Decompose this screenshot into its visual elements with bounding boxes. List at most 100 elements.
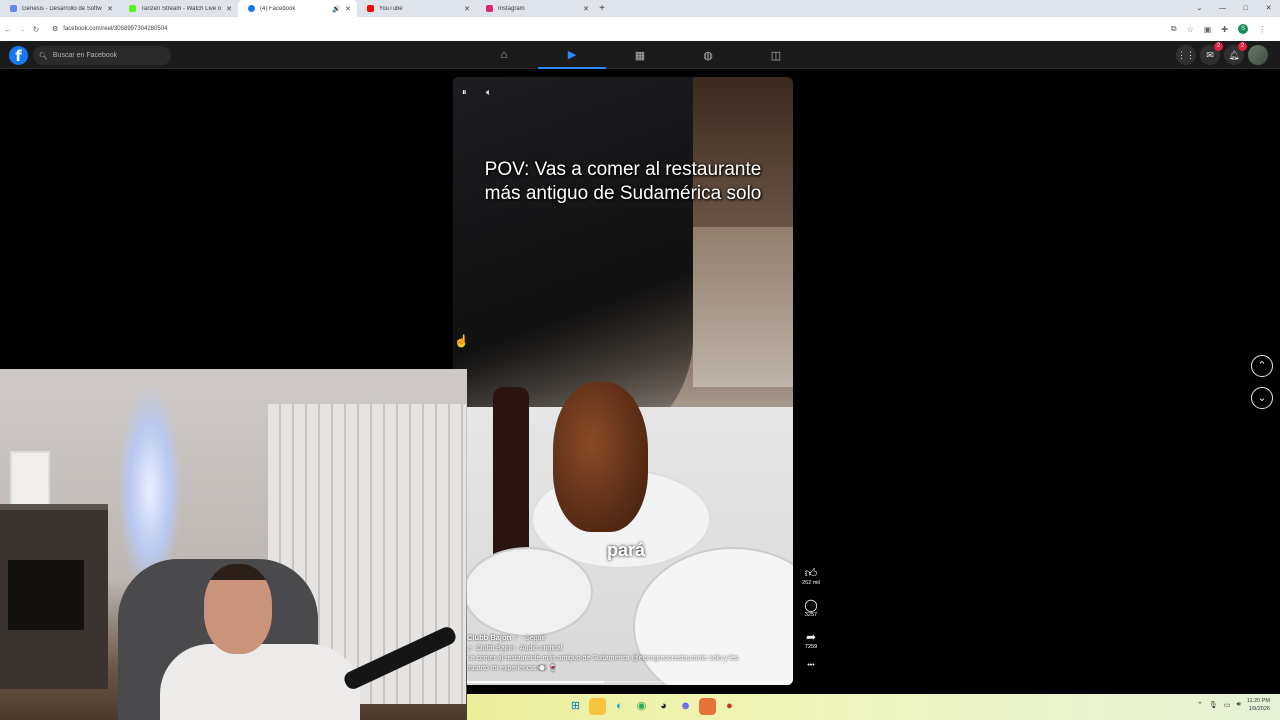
main-nav: ⌂ ▶ ▦ ◍ ◫ [470, 41, 810, 69]
tray-chevron-icon[interactable]: ⌃ [1197, 701, 1203, 709]
app-icon[interactable] [699, 698, 716, 715]
account-avatar[interactable] [1248, 45, 1268, 65]
volume-tray-icon[interactable]: 🔊︎ [1236, 701, 1240, 709]
window-controls: ⌄ — □ ✕ [1188, 0, 1280, 17]
file-explorer-icon[interactable] [589, 698, 606, 715]
tab-title: (4) Facebook [260, 5, 296, 12]
back-icon[interactable]: ← [2, 25, 14, 34]
extensions-icon[interactable]: ✚ [1221, 25, 1228, 34]
close-tab-icon[interactable]: ✕ [345, 5, 351, 13]
browser-tab-genesis[interactable]: Génesis - Desarrollo de Software ✕ [0, 0, 119, 17]
description-line: i a comer al restaurante más antiguo de … [467, 655, 739, 662]
video-progress-bar[interactable] [467, 681, 793, 683]
network-icon[interactable]: ▭ [1224, 701, 1231, 709]
forward-icon[interactable]: → [16, 25, 28, 34]
profile-avatar[interactable]: S [1238, 24, 1248, 34]
system-tray: ⌃ 🎙︎ ▭ 🔊︎ 11:20 PM 1/9/2026 [1197, 697, 1270, 713]
like-icon: 👍︎ [804, 566, 818, 580]
fireplace [0, 504, 108, 689]
browser-tab-tarizen[interactable]: Tarizen Stream - Watch Live or ✕ [119, 0, 238, 17]
dropdown-icon[interactable]: ⌄ [1188, 0, 1211, 17]
next-reel-button[interactable]: ⌄ [1251, 387, 1273, 409]
reload-icon[interactable]: ↻ [30, 25, 42, 34]
close-tab-icon[interactable]: ✕ [226, 5, 232, 13]
comment-button[interactable]: ◯ 3257 [796, 598, 826, 630]
bookmark-star-icon[interactable]: ☆ [1187, 25, 1194, 34]
home-icon[interactable]: ⌂ [470, 41, 538, 69]
search-placeholder: Buscar en Facebook [52, 52, 118, 59]
webcam-overlay [0, 369, 467, 720]
chrome-icon[interactable]: ◉ [633, 698, 650, 715]
clock[interactable]: 11:20 PM 1/9/2026 [1247, 697, 1270, 713]
like-count: 262 mil [802, 580, 820, 586]
install-app-icon[interactable]: ⧉ [1171, 24, 1177, 34]
follow-link[interactable]: · Seguir [521, 635, 546, 642]
comment-icon: ◯ [804, 598, 818, 612]
speaker-icon[interactable]: 🔊 [332, 5, 341, 13]
reel-actions: 👍︎ 262 mil ◯ 3257 ➦ 7259 ••• [796, 566, 826, 694]
new-tab-button[interactable]: + [595, 3, 609, 14]
edge-icon[interactable]: ◐ [611, 698, 628, 715]
discord-icon[interactable]: ☻ [677, 698, 694, 715]
address-bar: ← → ↻ ⚙ facebook.com/reel/30589973042805… [0, 17, 1280, 41]
taskbar: ⊞ ◐ ◉ ◕ ☻ ● ⌃ 🎙︎ ▭ 🔊︎ 11:20 PM 1/9/2026 [467, 694, 1280, 720]
menu-grid-icon[interactable]: ⋮⋮ [1176, 45, 1196, 65]
reel-video[interactable]: ⏸ 🔈︎ POV: Vas a comer al restaurante más… [453, 77, 793, 685]
marketplace-icon[interactable]: ▦ [606, 41, 674, 69]
browser-tab-bar: Génesis - Desarrollo de Software ✕ Tariz… [0, 0, 1280, 17]
video-icon[interactable]: ▶ [538, 41, 606, 69]
audio-line[interactable]: ♬ Clubb Bajon · Audio original [467, 644, 787, 654]
tab-title: Instagram [498, 5, 525, 12]
background-diners [693, 227, 793, 387]
url-text[interactable]: facebook.com/reel/3058997304280504 [63, 26, 167, 32]
close-tab-icon[interactable]: ✕ [583, 5, 589, 13]
search-input[interactable]: 🔍︎ Buscar en Facebook [33, 46, 171, 65]
gaming-icon[interactable]: ◫ [742, 41, 810, 69]
mic-icon[interactable]: 🎙︎ [1209, 701, 1218, 709]
steam-icon[interactable]: ◕ [655, 698, 672, 715]
messenger-badge: 2 [1214, 42, 1223, 51]
genesis-favicon-icon [10, 5, 17, 12]
video-subtitle: pará [606, 540, 646, 560]
share-button[interactable]: ➦ 7259 [796, 630, 826, 662]
kick-favicon-icon [129, 5, 136, 12]
share-icon: ➦ [805, 630, 817, 644]
facebook-logo[interactable]: f [9, 46, 28, 65]
messenger-icon[interactable]: ✉ 2 [1200, 42, 1223, 65]
video-caption: POV: Vas a comer al restaurante más anti… [453, 158, 793, 206]
close-tab-icon[interactable]: ✕ [107, 5, 113, 13]
time: 11:20 PM [1246, 698, 1270, 704]
tab-title: Tarizen Stream - Watch Live or [141, 5, 221, 12]
pause-icon[interactable]: ⏸ [462, 87, 467, 98]
browser-tab-youtube[interactable]: YouTube ✕ [357, 0, 476, 17]
reel-info: Clubb Bajon ✓ · Seguir ♬ Clubb Bajon · A… [467, 633, 787, 674]
close-window-icon[interactable]: ✕ [1257, 0, 1280, 17]
sidepanel-icon[interactable]: ▣ [1204, 25, 1212, 34]
facebook-header: f 🔍︎ Buscar en Facebook ⌂ ▶ ▦ ◍ ◫ ⋮⋮ ✉ 2… [0, 41, 1280, 69]
browser-tab-instagram[interactable]: Instagram ✕ [476, 0, 595, 17]
instagram-favicon-icon [486, 5, 493, 12]
like-button[interactable]: 👍︎ 262 mil [796, 566, 826, 598]
minimize-icon[interactable]: — [1211, 0, 1234, 17]
verified-icon: ✓ [513, 635, 519, 642]
obs-icon[interactable]: ● [721, 698, 738, 715]
chevron-down-icon: ⌄ [1257, 392, 1267, 404]
author-name[interactable]: Clubb Bajon [467, 633, 511, 642]
close-tab-icon[interactable]: ✕ [464, 5, 470, 13]
youtube-favicon-icon [367, 5, 374, 12]
groups-icon[interactable]: ◍ [674, 41, 742, 69]
volume-icon[interactable]: 🔈︎ [486, 87, 491, 98]
previous-reel-button[interactable]: ⌃ [1251, 355, 1273, 377]
browser-tab-facebook[interactable]: (4) Facebook 🔊 ✕ [238, 0, 357, 17]
site-info-icon[interactable]: ⚙ [52, 25, 58, 33]
tab-title: Génesis - Desarrollo de Software [22, 5, 102, 12]
windows-start-icon[interactable]: ⊞ [567, 698, 584, 715]
share-count: 7259 [804, 644, 818, 650]
caption-line: más antiguo de Sudamérica solo [484, 183, 762, 204]
more-options-button[interactable]: ••• [796, 662, 826, 694]
menu-kebab-icon[interactable]: ⋮ [1258, 25, 1266, 34]
maximize-icon[interactable]: □ [1234, 0, 1257, 17]
header-right-tools: ⋮⋮ ✉ 2 🔔︎ 2 [1176, 42, 1268, 65]
url-field[interactable]: ⚙ facebook.com/reel/3058997304280504 [52, 25, 167, 33]
notifications-bell-icon[interactable]: 🔔︎ 2 [1224, 42, 1247, 65]
